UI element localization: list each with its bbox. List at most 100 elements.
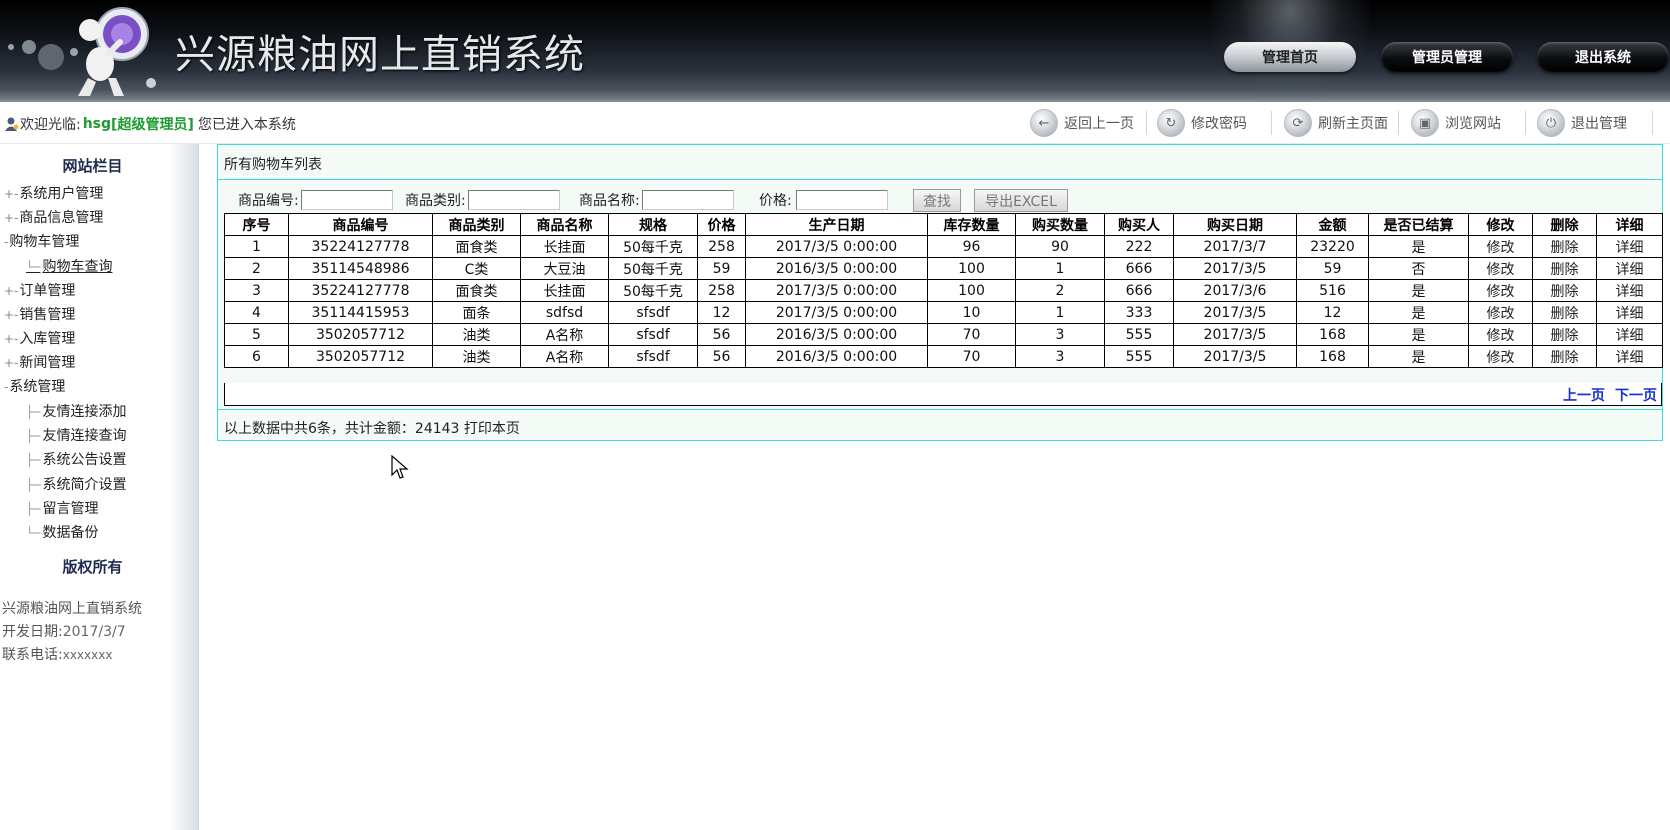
copyright-heading: 版权所有 — [62, 558, 123, 576]
sidebar-item-label: 商品信息管理 — [19, 210, 104, 226]
sidebar-item-cart-query[interactable]: └─ 购物车查询 — [26, 256, 112, 276]
table-cell: 2017/3/5 0:00:00 — [745, 301, 928, 324]
edit-link[interactable]: 修改 — [1468, 235, 1533, 258]
toolbar-divider — [1146, 111, 1147, 135]
prev-page-link[interactable]: 上一页 — [1563, 388, 1605, 404]
product-code-input[interactable] — [300, 190, 393, 210]
table-cell: 666 — [1104, 279, 1174, 302]
table-cell: 面食类 — [432, 279, 521, 302]
column-header: 购买人 — [1104, 213, 1174, 236]
sidebar-item-intro-settings[interactable]: ├─ 系统简介设置 — [26, 474, 126, 494]
column-header: 金额 — [1296, 213, 1369, 236]
back-label: 返回上一页 — [1064, 116, 1134, 132]
cart-list-panel: 所有购物车列表 商品编号: 商品类别: 商品名称: 价格: 查找 导出EXCEL… — [217, 144, 1663, 441]
detail-link[interactable]: 详细 — [1596, 279, 1663, 302]
footer-system-name: 兴源粮油网上直销系统 — [2, 601, 142, 617]
edit-link[interactable]: 修改 — [1468, 301, 1533, 324]
table-cell: 2017/3/5 — [1173, 323, 1297, 346]
back-button[interactable]: ← 返回上一页 — [1030, 109, 1134, 137]
table-cell: 是 — [1368, 301, 1469, 324]
sidebar-item-label: 新闻管理 — [19, 355, 76, 371]
mouse-cursor-icon — [391, 455, 409, 479]
logout-button[interactable]: ⏻ 退出管理 — [1537, 109, 1627, 137]
refresh-main-label: 刷新主页面 — [1318, 116, 1388, 132]
table-cell: 333 — [1104, 301, 1174, 324]
detail-link[interactable]: 详细 — [1596, 257, 1663, 280]
change-password-label: 修改密码 — [1191, 116, 1247, 132]
banner-dot — [8, 44, 14, 50]
sidebar-item-link-add[interactable]: ├─ 友情连接添加 — [26, 401, 126, 421]
sidebar-item-system-users[interactable]: +-系统用户管理 — [4, 183, 103, 203]
sidebar-item-news[interactable]: +-新闻管理 — [4, 352, 75, 372]
change-password-button[interactable]: ↻ 修改密码 — [1157, 109, 1247, 137]
sidebar-item-orders[interactable]: +-订单管理 — [4, 280, 75, 300]
table-cell: 是 — [1368, 279, 1469, 302]
product-name-input[interactable] — [641, 190, 734, 210]
edit-link[interactable]: 修改 — [1468, 345, 1533, 368]
table-cell: 1 — [1015, 257, 1105, 280]
table-cell: 35224127778 — [288, 235, 433, 258]
table-cell: 2017/3/5 0:00:00 — [745, 235, 928, 258]
sidebar-item-product-info[interactable]: +-商品信息管理 — [4, 207, 103, 227]
table-cell: 3 — [1015, 323, 1105, 346]
table-cell: 2016/3/5 0:00:00 — [745, 345, 928, 368]
refresh-main-button[interactable]: ⟳ 刷新主页面 — [1284, 109, 1388, 137]
table-cell: 666 — [1104, 257, 1174, 280]
table-cell: 35224127778 — [288, 279, 433, 302]
browse-site-button[interactable]: ▣ 浏览网站 — [1411, 109, 1501, 137]
table-cell: 90 — [1015, 235, 1105, 258]
delete-link[interactable]: 删除 — [1532, 323, 1597, 346]
detail-link[interactable]: 详细 — [1596, 235, 1663, 258]
sidebar-item-messages[interactable]: ├─ 留言管理 — [26, 498, 98, 518]
sidebar-item-backup[interactable]: └─ 数据备份 — [26, 522, 98, 542]
table-cell: 258 — [697, 235, 746, 258]
sidebar-item-notice-settings[interactable]: ├─ 系统公告设置 — [26, 449, 126, 469]
print-page-link[interactable]: 打印本页 — [464, 421, 520, 437]
price-input[interactable] — [795, 190, 888, 210]
next-page-link[interactable]: 下一页 — [1615, 388, 1657, 404]
table-cell: sfsdf — [608, 301, 698, 324]
sidebar-item-cart-manage[interactable]: -购物车管理 — [4, 231, 79, 251]
table-cell: 6 — [224, 345, 289, 368]
table-cell: 是 — [1368, 323, 1469, 346]
power-icon: ⏻ — [1537, 109, 1565, 137]
table-cell: 10 — [927, 301, 1016, 324]
product-name-label: 商品名称: — [579, 193, 640, 209]
detail-link[interactable]: 详细 — [1596, 345, 1663, 368]
edit-link[interactable]: 修改 — [1468, 279, 1533, 302]
column-header: 是否已结算 — [1368, 213, 1469, 236]
sidebar-item-link-query[interactable]: ├─ 友情连接查询 — [26, 425, 126, 445]
nav-admin-home-button[interactable]: 管理首页 — [1224, 42, 1356, 72]
panel-divider — [218, 179, 1662, 180]
delete-link[interactable]: 删除 — [1532, 301, 1597, 324]
search-button[interactable]: 查找 — [913, 189, 961, 212]
edit-link[interactable]: 修改 — [1468, 257, 1533, 280]
sidebar-item-stock-in[interactable]: +-入库管理 — [4, 328, 75, 348]
table-cell: 70 — [927, 345, 1016, 368]
edit-link[interactable]: 修改 — [1468, 323, 1533, 346]
export-excel-button[interactable]: 导出EXCEL — [974, 189, 1068, 212]
detail-link[interactable]: 详细 — [1596, 301, 1663, 324]
column-header: 删除 — [1532, 213, 1597, 236]
sidebar-item-system[interactable]: -系统管理 — [4, 376, 65, 396]
delete-link[interactable]: 删除 — [1532, 279, 1597, 302]
delete-link[interactable]: 删除 — [1532, 235, 1597, 258]
sidebar-item-sales[interactable]: +-销售管理 — [4, 304, 75, 324]
delete-link[interactable]: 删除 — [1532, 257, 1597, 280]
table-cell: 3 — [1015, 345, 1105, 368]
toolbar-divider — [1525, 111, 1526, 135]
table-cell: sfsdf — [608, 345, 698, 368]
category-input[interactable] — [467, 190, 560, 210]
summary-text: 以上数据中共6条，共计金额：24143 — [224, 421, 460, 437]
detail-link[interactable]: 详细 — [1596, 323, 1663, 346]
nav-exit-system-button[interactable]: 退出系统 — [1537, 42, 1669, 72]
table-cell: 3502057712 — [288, 323, 433, 346]
nav-admin-manage-button[interactable]: 管理员管理 — [1381, 42, 1513, 72]
table-cell: 59 — [1296, 257, 1369, 280]
column-header: 商品名称 — [520, 213, 609, 236]
delete-link[interactable]: 删除 — [1532, 345, 1597, 368]
search-category: 商品类别: — [405, 188, 560, 212]
table-cell: 222 — [1104, 235, 1174, 258]
refresh-key-icon: ↻ — [1157, 109, 1185, 137]
column-header: 生产日期 — [745, 213, 928, 236]
